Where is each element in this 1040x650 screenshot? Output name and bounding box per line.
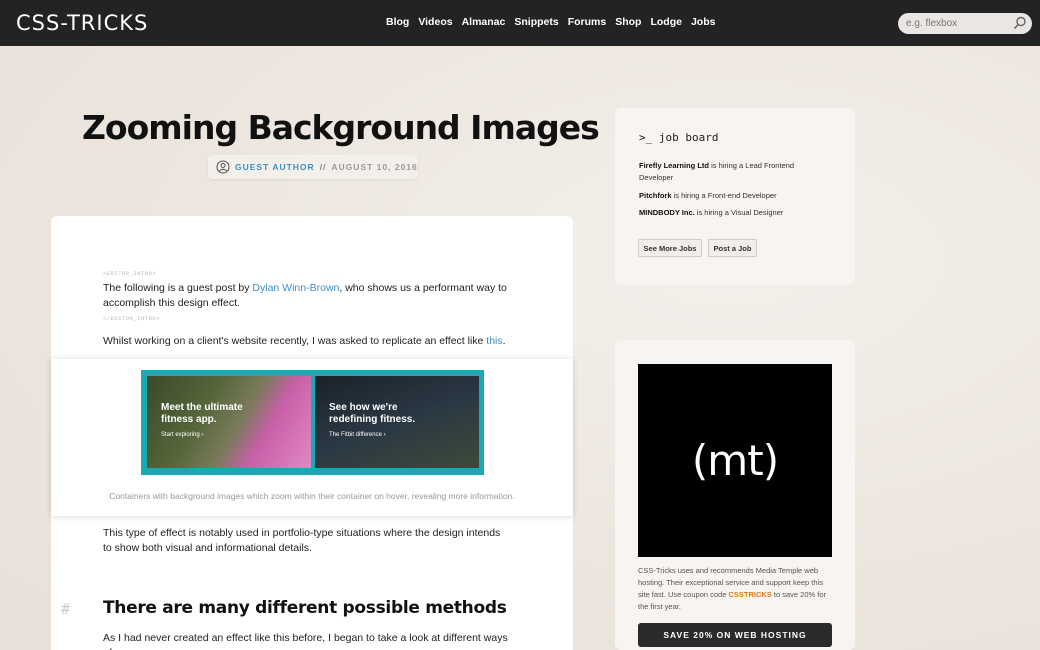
job-text: is hiring a Front-end Developer	[671, 191, 777, 200]
sponsor-ad-card: (mt) CSS-Tricks uses and recommends Medi…	[615, 340, 855, 650]
figure-right-link-text: The Fitbit difference	[329, 432, 382, 438]
figure-right-heading: See how we're redefining fitness.	[329, 402, 416, 425]
job-company: Pitchfork	[639, 191, 672, 200]
intro-paragraph: The following is a guest post by Dylan W…	[103, 281, 513, 311]
figure-left-link: Start exploring ›	[161, 432, 204, 438]
job-company: Firefly Learning Ltd	[639, 161, 710, 170]
coupon-code: CSSTRICKS	[728, 590, 772, 599]
see-more-jobs-button[interactable]: See More Jobs	[638, 239, 702, 257]
media-temple-logo-text: (mt)	[691, 436, 779, 485]
job-listing[interactable]: MINDBODY Inc. is hiring a Visual Designe…	[639, 207, 839, 219]
demo-figure: Meet the ultimate fitness app. Start exp…	[141, 370, 484, 475]
job-board-title: >_ job board	[639, 131, 719, 144]
byline-separator: //	[319, 162, 327, 172]
editor-intro-close-tag: </EDITOR_INTRO>	[103, 315, 161, 322]
job-company: MINDBODY Inc.	[639, 208, 695, 217]
job-board-card: >_ job board Firefly Learning Ltd is hir…	[615, 108, 855, 285]
nav-almanac[interactable]: Almanac	[462, 16, 506, 28]
section-heading: There are many different possible method…	[103, 598, 507, 618]
nav-snippets[interactable]: Snippets	[514, 16, 558, 28]
intro-text-before: The following is a guest post by	[103, 282, 253, 294]
paragraph-2: This type of effect is notably used in p…	[103, 527, 501, 554]
paragraph-3: As I had never created an effect like th…	[103, 632, 508, 650]
author-name-link[interactable]: Dylan Winn-Brown	[252, 282, 339, 294]
ad-description: CSS-Tricks uses and recommends Media Tem…	[638, 565, 832, 613]
nav-blog[interactable]: Blog	[386, 16, 409, 28]
save-on-hosting-button[interactable]: SAVE 20% ON WEB HOSTING	[638, 623, 832, 647]
site-logo[interactable]: CSS-TRICKS	[16, 11, 148, 35]
nav-forums[interactable]: Forums	[568, 16, 607, 28]
anchor-hash-icon[interactable]: #	[61, 600, 70, 618]
main-nav: Blog Videos Almanac Snippets Forums Shop…	[386, 16, 715, 28]
post-date: AUGUST 10, 2016	[331, 162, 418, 172]
para1-text-before: Whilst working on a client's website rec…	[103, 335, 487, 347]
user-icon	[216, 160, 230, 174]
search-box	[898, 13, 1032, 34]
editor-intro-open-tag: <EDITOR_INTRO>	[103, 270, 157, 277]
figure-panel-left: Meet the ultimate fitness app. Start exp…	[147, 376, 311, 468]
this-link[interactable]: this	[486, 335, 502, 347]
nav-shop[interactable]: Shop	[615, 16, 641, 28]
author-link[interactable]: GUEST AUTHOR	[235, 162, 315, 172]
nav-lodge[interactable]: Lodge	[650, 16, 682, 28]
figure-caption: Containers with background images which …	[109, 491, 515, 501]
figure-panel-right: See how we're redefining fitness. The Fi…	[315, 376, 479, 468]
search-input[interactable]	[906, 18, 1014, 29]
job-listing[interactable]: Firefly Learning Ltd is hiring a Lead Fr…	[639, 160, 819, 184]
article-title: Zooming Background Images	[82, 108, 600, 147]
media-temple-logo[interactable]: (mt)	[638, 364, 832, 557]
figure-left-link-text: Start exploring	[161, 432, 200, 438]
para1-text-after: .	[502, 335, 506, 347]
post-a-job-button[interactable]: Post a Job	[708, 239, 757, 257]
top-navigation-bar: CSS-TRICKS Blog Videos Almanac Snippets …	[0, 0, 1040, 46]
paragraph-1: Whilst working on a client's website rec…	[103, 334, 513, 349]
nav-videos[interactable]: Videos	[418, 16, 452, 28]
nav-jobs[interactable]: Jobs	[691, 16, 716, 28]
job-text: is hiring a Visual Designer	[694, 208, 784, 217]
search-icon[interactable]	[1013, 16, 1027, 30]
figure-right-link: The Fitbit difference ›	[329, 432, 386, 438]
figure-left-heading: Meet the ultimate fitness app.	[161, 402, 243, 425]
byline: GUEST AUTHOR // AUGUST 10, 2016	[208, 155, 418, 179]
job-listing[interactable]: Pitchfork is hiring a Front-end Develope…	[639, 190, 839, 202]
